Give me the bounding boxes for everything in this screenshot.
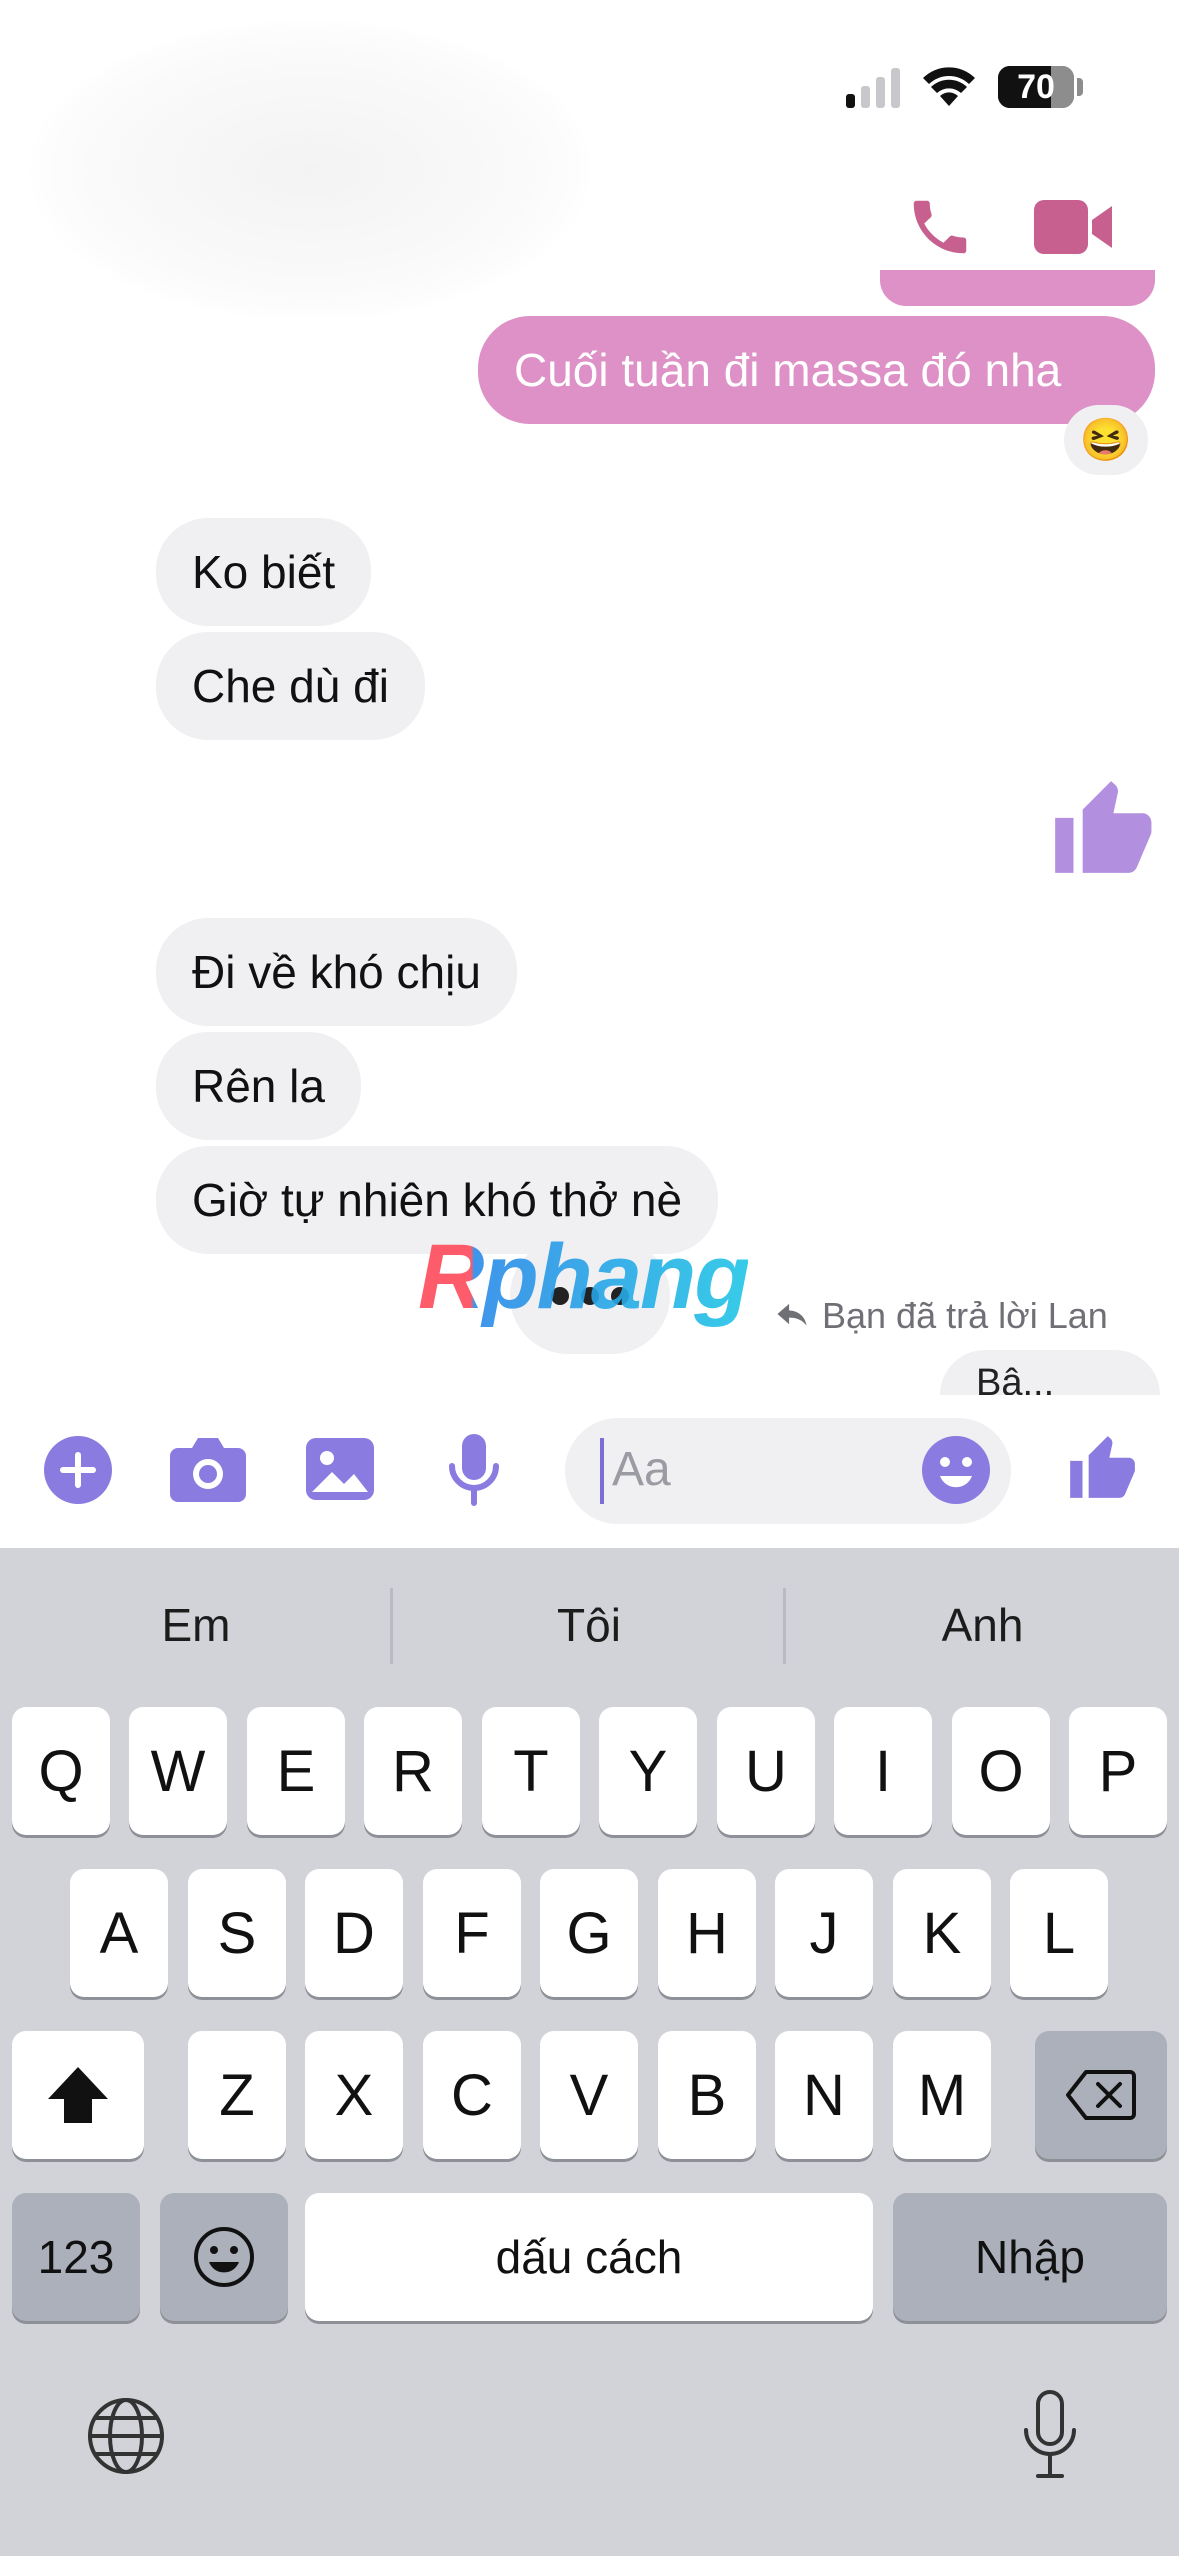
key-m[interactable]: M [893,2031,991,2159]
backspace-key[interactable] [1035,2031,1167,2159]
space-key[interactable]: dấu cách [305,2193,873,2321]
key-z[interactable]: Z [188,2031,286,2159]
return-key[interactable]: Nhập [893,2193,1167,2321]
incoming-message[interactable]: Đi về khó chịu [156,918,517,1026]
message-text: Đi về khó chịu [192,946,481,998]
backspace-icon [1066,2070,1136,2120]
watermark-logo: Rphang [418,1226,750,1328]
key-e[interactable]: E [247,1707,345,1835]
video-call-icon[interactable] [1032,198,1114,256]
key-p[interactable]: P [1069,1707,1167,1835]
key-n[interactable]: N [775,2031,873,2159]
status-bar: 70 [0,0,1179,160]
like-thumbs-up-icon[interactable] [1064,1430,1138,1504]
previous-outgoing-bubble [880,270,1155,306]
key-d[interactable]: D [305,1869,403,1997]
message-text: Cuối tuần đi massa đó nha [514,344,1062,396]
phone-call-icon[interactable] [905,192,975,262]
cellular-signal-icon [846,68,900,108]
emoji-smiley-icon[interactable] [922,1436,990,1504]
wifi-icon [923,67,975,106]
key-w[interactable]: W [129,1707,227,1835]
key-k[interactable]: K [893,1869,991,1997]
message-text: Rên la [192,1060,325,1112]
emoji-smiley-outline-icon [194,2227,254,2287]
key-l[interactable]: L [1010,1869,1108,1997]
reply-note: Bạn đã trả lời Lan [822,1295,1108,1336]
add-more-icon[interactable] [44,1436,112,1504]
shift-key[interactable] [12,2031,144,2159]
message-input-placeholder: Aa [612,1443,671,1496]
battery-tip [1077,78,1083,96]
key-v[interactable]: V [540,2031,638,2159]
message-text: Che dù đi [192,660,389,712]
partial-reply-bubble: Bậ... [940,1350,1160,1395]
message-reaction[interactable]: 😆 [1064,405,1148,475]
sent-like-thumbs-up-icon[interactable] [1046,772,1156,882]
outgoing-message[interactable]: Cuối tuần đi massa đó nha [478,316,1155,424]
reply-arrow-icon [777,1303,807,1326]
reaction-emoji-icon: 😆 [1079,415,1133,463]
photo-gallery-icon[interactable] [306,1438,374,1500]
key-j[interactable]: J [775,1869,873,1997]
battery-level: 70 [1017,68,1055,106]
suggestion-item[interactable]: Em [0,1590,392,1660]
key-i[interactable]: I [834,1707,932,1835]
seen-avatar [56,1072,106,1112]
key-y[interactable]: Y [599,1707,697,1835]
key-b[interactable]: B [658,2031,756,2159]
key-g[interactable]: G [540,1869,638,1997]
text-caret [600,1438,604,1504]
emoji-keyboard-key[interactable] [160,2193,288,2321]
key-h[interactable]: H [658,1869,756,1997]
key-o[interactable]: O [952,1707,1050,1835]
key-t[interactable]: T [482,1707,580,1835]
key-a[interactable]: A [70,1869,168,1997]
key-u[interactable]: U [717,1707,815,1835]
numbers-key[interactable]: 123 [12,2193,140,2321]
message-text: Giờ tự nhiên khó thở nè [192,1174,683,1226]
microphone-icon[interactable] [446,1434,502,1508]
globe-icon[interactable] [86,2396,166,2476]
battery-icon: 70 [998,66,1074,108]
key-q[interactable]: Q [12,1707,110,1835]
suggestion-item[interactable]: Tôi [393,1590,785,1660]
incoming-message[interactable]: Ko biết [156,518,372,626]
suggestion-item[interactable]: Anh [786,1590,1179,1660]
dictation-microphone-icon[interactable] [1020,2390,1080,2480]
key-c[interactable]: C [423,2031,521,2159]
key-x[interactable]: X [305,2031,403,2159]
seen-avatar [30,1184,120,1224]
key-s[interactable]: S [188,1869,286,1997]
message-text: Ko biết [192,546,336,598]
shift-arrow-icon [48,2067,108,2123]
incoming-message[interactable]: Rên la [156,1032,361,1140]
camera-icon[interactable] [170,1436,246,1502]
key-f[interactable]: F [423,1869,521,1997]
key-r[interactable]: R [364,1707,462,1835]
incoming-message[interactable]: Che dù đi [156,632,425,740]
